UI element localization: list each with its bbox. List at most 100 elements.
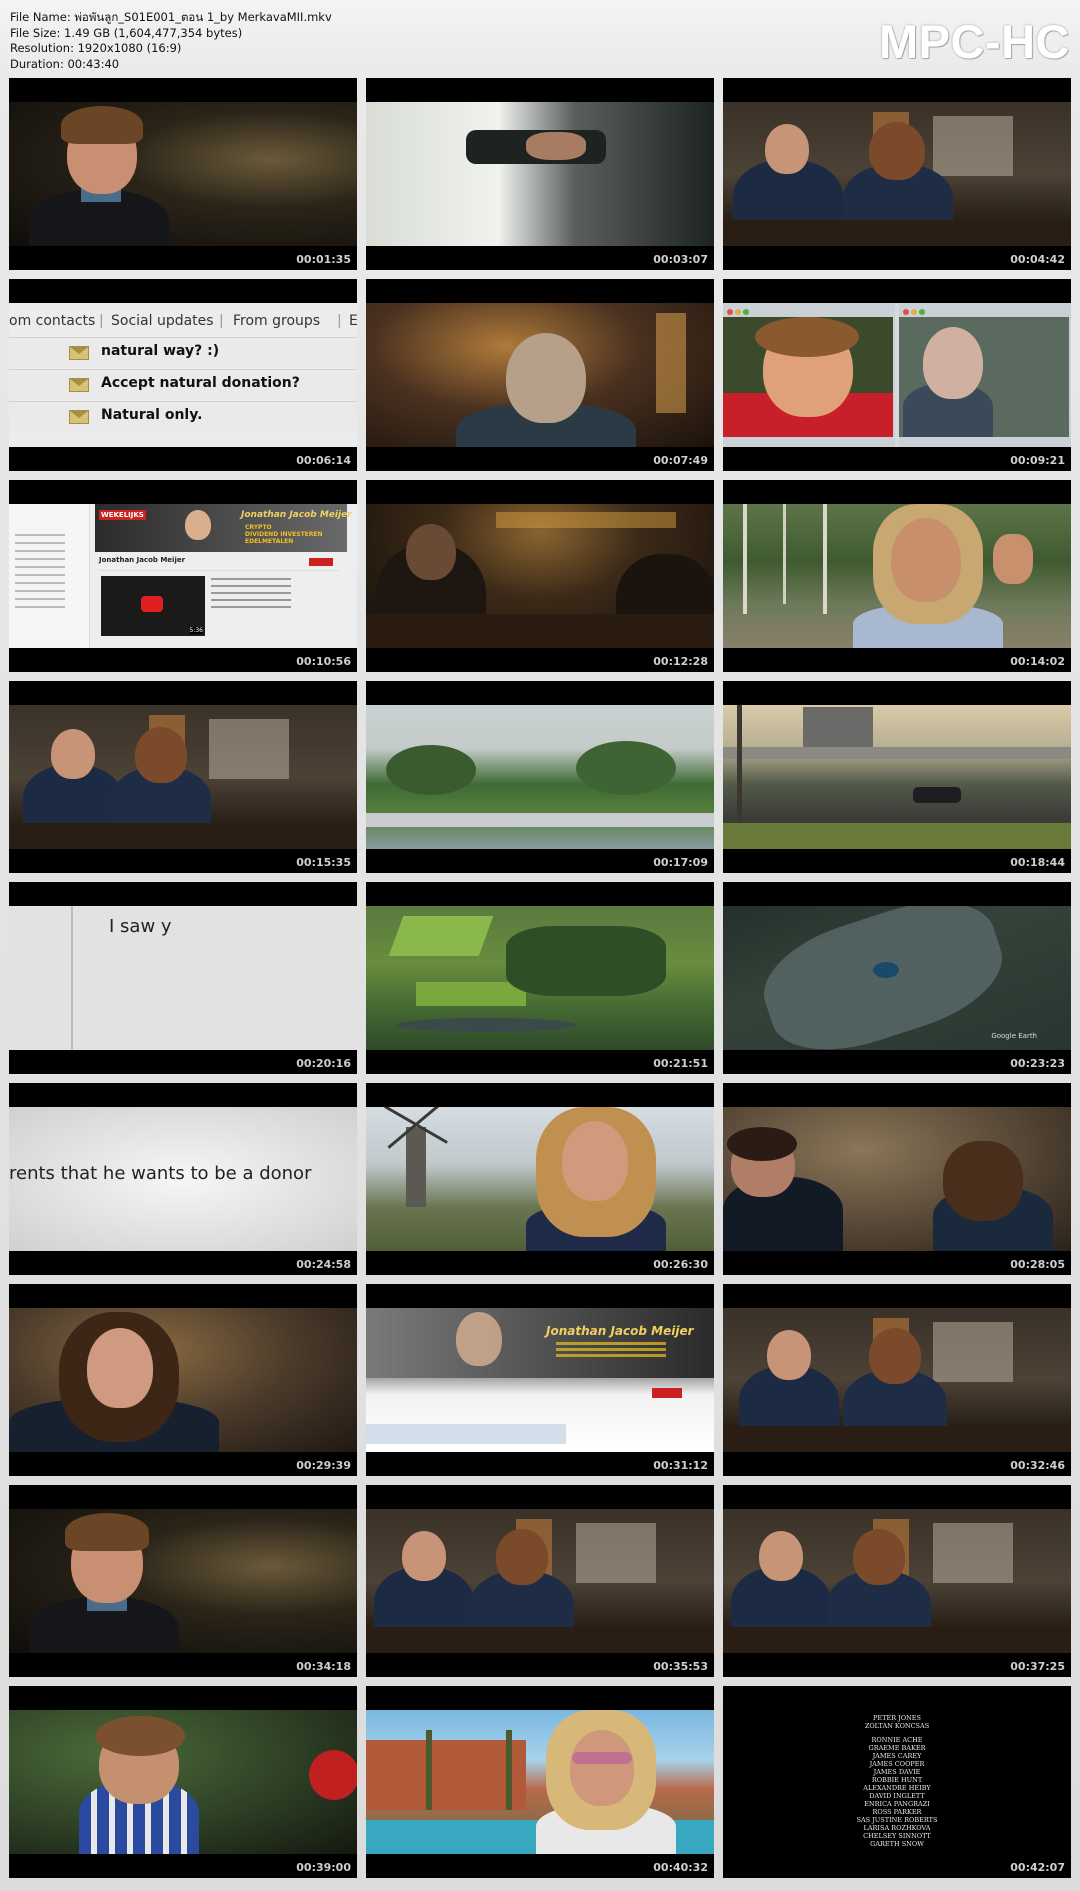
timestamp: 00:17:09 [653, 856, 708, 869]
thumbnail[interactable]: 00:32:46 [723, 1284, 1071, 1476]
envelope-icon [69, 378, 89, 392]
thumbnail[interactable]: rents that he wants to be a donor 00:24:… [9, 1083, 357, 1275]
file-name: File Name: พ่อพันลูก_S01E001_ตอน 1_by Me… [10, 10, 332, 24]
timestamp: 00:21:51 [653, 1057, 708, 1070]
frame-aerial-fields [366, 906, 714, 1050]
frame-end-credits: PETER JONES ZOLTAN KONCSAS RONNIE ACHE G… [723, 1710, 1071, 1854]
timestamp: 00:10:56 [296, 655, 351, 668]
end-credits: PETER JONES ZOLTAN KONCSAS RONNIE ACHE G… [856, 1714, 938, 1848]
timestamp: 00:32:46 [1010, 1459, 1065, 1472]
inbox-tabs: om contacts | Social updates | From grou… [9, 313, 357, 329]
timestamp: 00:04:42 [1010, 253, 1065, 266]
thumbnail[interactable]: 00:03:07 [366, 78, 714, 270]
thumbnail[interactable]: 00:39:00 [9, 1686, 357, 1878]
email-row: natural way? :) [9, 337, 357, 368]
thumbnail[interactable]: Google Earth 00:23:23 [723, 882, 1071, 1074]
banner-tag: WEKELIJKS [99, 510, 146, 520]
frame-woman-interview [9, 102, 357, 246]
timestamp: 00:15:35 [296, 856, 351, 869]
caption-text: rents that he wants to be a donor [9, 1163, 312, 1184]
frame-forest-man [723, 504, 1071, 648]
frame-video-call [723, 303, 1071, 447]
timestamp: 00:03:07 [653, 253, 708, 266]
thumbnail[interactable]: 00:12:28 [366, 480, 714, 672]
tab-social: Social updates [111, 313, 214, 329]
frame-rearview-mirror [366, 102, 714, 246]
subscribe-button [309, 558, 333, 566]
frame-child-ball [9, 1710, 357, 1854]
timestamp: 00:24:58 [296, 1258, 351, 1271]
channel-name: Jonathan Jacob Meijer [99, 556, 186, 564]
banner-name: Jonathan Jacob Meijer [546, 1324, 694, 1338]
thumbnail[interactable]: 00:21:51 [366, 882, 714, 1074]
frame-woman-interview [9, 1509, 357, 1653]
thumbnail[interactable]: 00:37:25 [723, 1485, 1071, 1677]
timestamp: 00:23:23 [1010, 1057, 1065, 1070]
frame-windmill-man [366, 1107, 714, 1251]
timestamp: 00:07:49 [653, 454, 708, 467]
thumbnail[interactable]: I saw y 00:20:16 [9, 882, 357, 1074]
frame-road-overpass [723, 705, 1071, 849]
timestamp: 00:01:35 [296, 253, 351, 266]
timestamp: 00:39:00 [296, 1861, 351, 1874]
email-subject: Accept natural donation? [101, 375, 300, 391]
thumbnail[interactable]: 00:35:53 [366, 1485, 714, 1677]
timestamp: 00:26:30 [653, 1258, 708, 1271]
frame-typed-text: I saw y [9, 906, 357, 1050]
email-subject: natural way? :) [101, 343, 220, 359]
email-row: Natural only. [9, 401, 357, 432]
thumbnail[interactable]: 00:28:05 [723, 1083, 1071, 1275]
banner-name: Jonathan Jacob Meijer [241, 510, 352, 520]
thumbnail[interactable]: Jonathan Jacob Meijer 00:31:12 [366, 1284, 714, 1476]
timestamp: 00:09:21 [1010, 454, 1065, 467]
frame-two-women-table [366, 1509, 714, 1653]
subscribe-button [652, 1388, 682, 1398]
thumbnail[interactable]: 00:15:35 [9, 681, 357, 873]
banner-items: CRYPTO DIVIDEND INVESTEREN EDELMETALEN [245, 524, 323, 545]
frame-satellite-map: Google Earth [723, 906, 1071, 1050]
typed-text: I saw y [109, 916, 172, 937]
thumbnail-grid: 00:01:35 00:03:07 00:04:42 om contacts |… [9, 78, 1071, 1878]
thumbnail[interactable]: 00:09:21 [723, 279, 1071, 471]
thumbnail[interactable]: 00:07:49 [366, 279, 714, 471]
thumbnail[interactable]: 00:14:02 [723, 480, 1071, 672]
tab-groups: From groups [233, 313, 321, 329]
play-icon [141, 596, 163, 612]
timestamp: 00:29:39 [296, 1459, 351, 1472]
thumbnail[interactable]: 00:40:32 [366, 1686, 714, 1878]
thumbnail[interactable]: 00:01:35 [9, 78, 357, 270]
thumbnail[interactable]: 00:26:30 [366, 1083, 714, 1275]
frame-resort-man [366, 1710, 714, 1854]
duration: Duration: 00:43:40 [10, 56, 120, 71]
thumbnail[interactable]: 00:34:18 [9, 1485, 357, 1677]
frame-youtube-channel: WEKELIJKS Jonathan Jacob Meijer CRYPTO D… [9, 504, 357, 648]
mpc-hc-logo: MPC-HC [879, 15, 1070, 68]
frame-two-women-table [723, 102, 1071, 246]
frame-two-women-table [723, 1509, 1071, 1653]
thumbnail[interactable]: 00:18:44 [723, 681, 1071, 873]
timestamp: 00:37:25 [1010, 1660, 1065, 1673]
thumbnail[interactable]: 00:29:39 [9, 1284, 357, 1476]
resolution: Resolution: 1920x1080 (16:9) [10, 41, 182, 55]
thumbnail[interactable]: om contacts | Social updates | From grou… [9, 279, 357, 471]
timestamp: 00:34:18 [296, 1660, 351, 1673]
envelope-icon [69, 346, 89, 360]
thumbnail[interactable]: 00:04:42 [723, 78, 1071, 270]
frame-two-women-side [723, 1107, 1071, 1251]
frame-bar-bald-man [366, 303, 714, 447]
email-row: Accept natural donation? [9, 369, 357, 400]
timestamp: 00:14:02 [1010, 655, 1065, 668]
map-watermark: Google Earth [991, 1032, 1037, 1040]
thumbnail[interactable]: WEKELIJKS Jonathan Jacob Meijer CRYPTO D… [9, 480, 357, 672]
frame-email-inbox: om contacts | Social updates | From grou… [9, 303, 357, 447]
thumbnail[interactable]: PETER JONES ZOLTAN KONCSAS RONNIE ACHE G… [723, 1686, 1071, 1878]
timestamp: 00:12:28 [653, 655, 708, 668]
tab-contacts: om contacts [9, 313, 96, 329]
thumbnail[interactable]: 00:17:09 [366, 681, 714, 873]
timestamp: 00:40:32 [653, 1861, 708, 1874]
frame-caption-text: rents that he wants to be a donor [9, 1107, 357, 1251]
channel-banner: WEKELIJKS Jonathan Jacob Meijer CRYPTO D… [95, 504, 352, 552]
timestamp: 00:35:53 [653, 1660, 708, 1673]
frame-two-women-table [9, 705, 357, 849]
timestamp: 00:18:44 [1010, 856, 1065, 869]
